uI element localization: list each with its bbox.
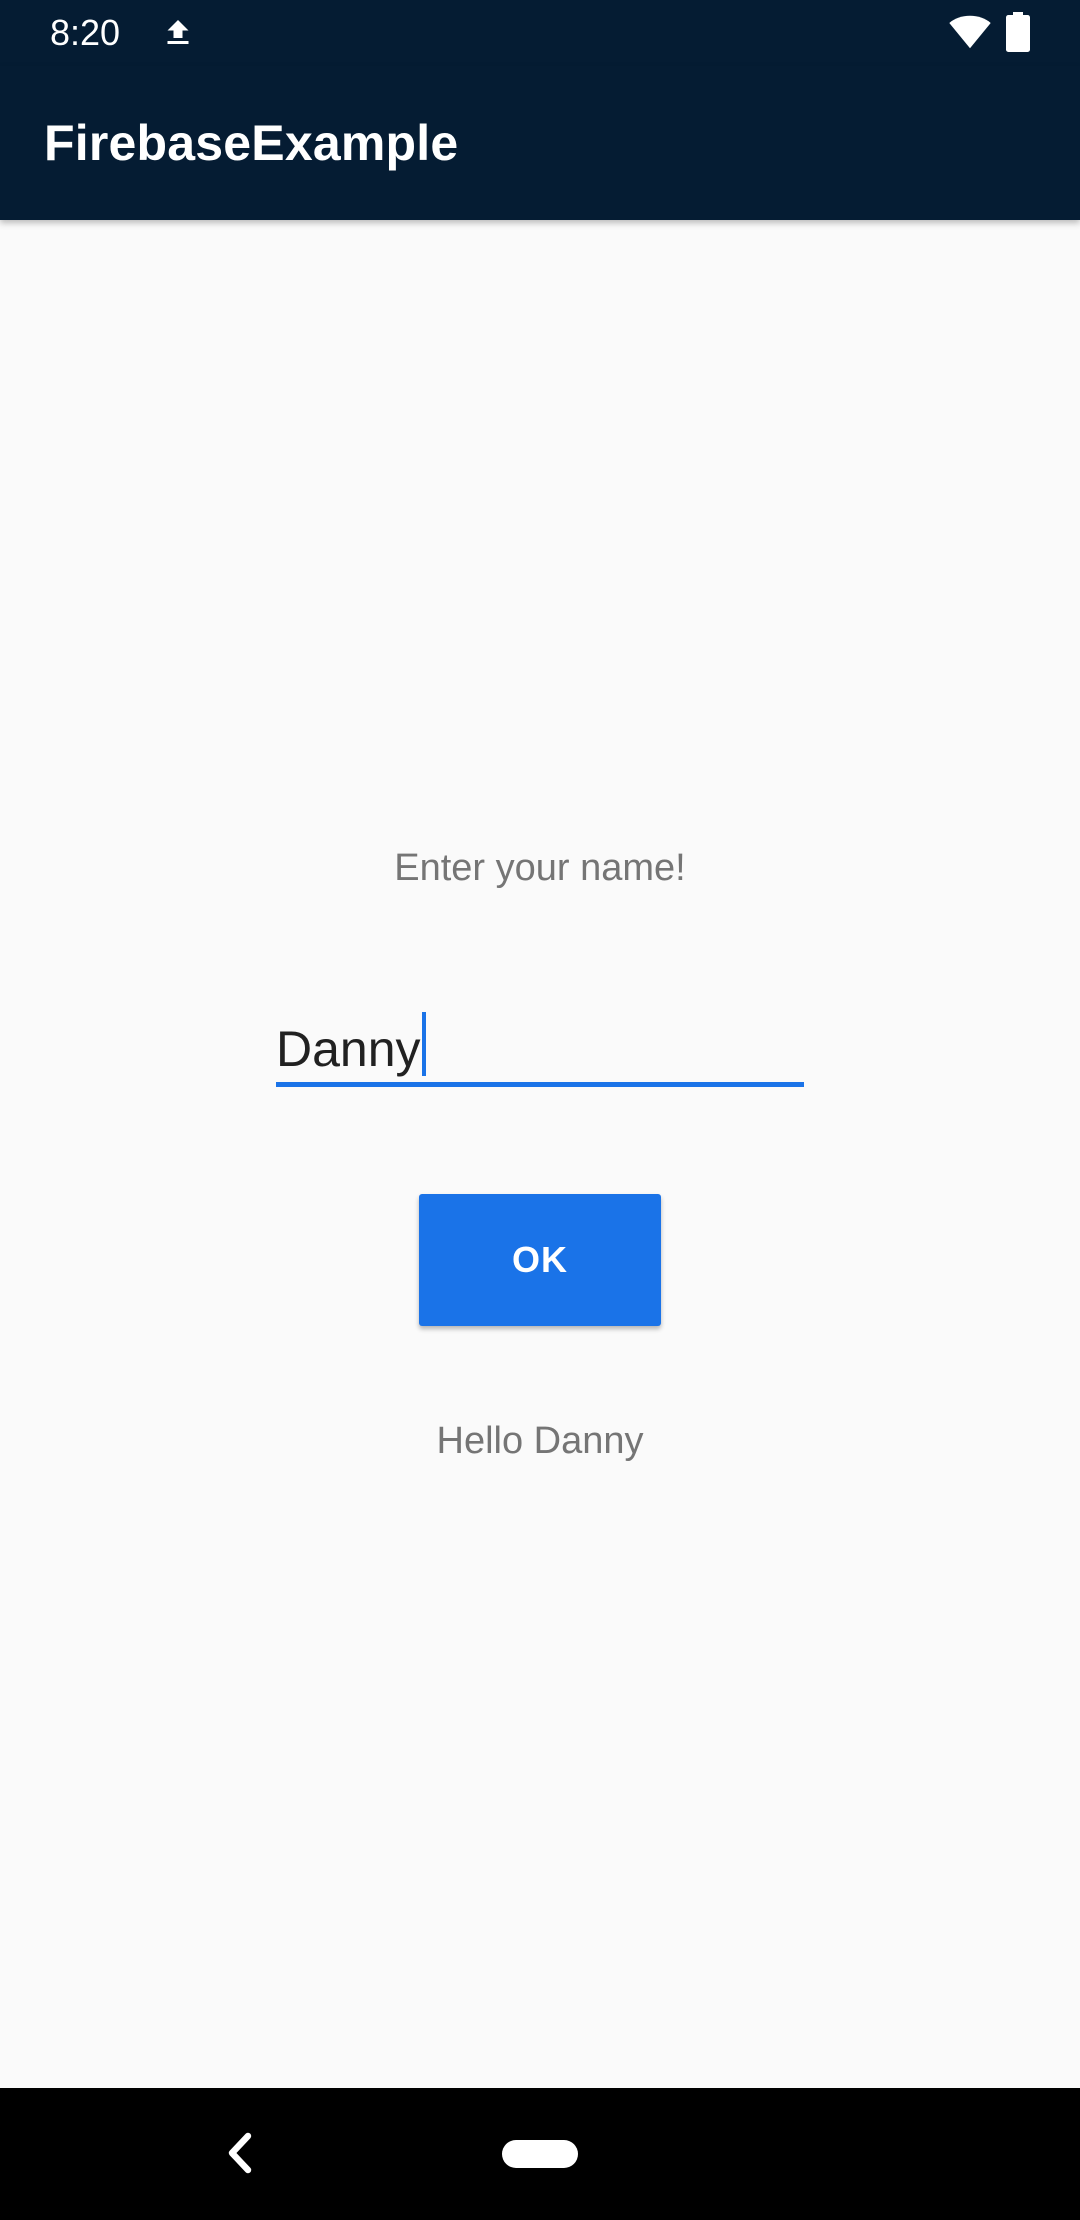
status-time: 8:20 (50, 12, 121, 53)
name-prompt-label: Enter your name! (394, 847, 686, 889)
ok-button[interactable]: OK (419, 1194, 661, 1326)
name-input-value: Danny (276, 1021, 421, 1077)
navigation-bar (0, 2088, 1080, 2220)
home-icon[interactable] (502, 2140, 578, 2168)
app-screen: 8:20 FirebaseExample Enter your name! Da… (0, 0, 1080, 2220)
back-icon[interactable] (222, 2128, 258, 2178)
app-bar: FirebaseExample (0, 66, 1080, 220)
wifi-icon (949, 15, 991, 49)
upload-icon (167, 20, 189, 44)
name-field-container[interactable]: Danny (276, 1000, 804, 1088)
app-title: FirebaseExample (44, 115, 459, 171)
greeting-text: Hello Danny (436, 1420, 644, 1462)
name-field-underline (276, 1082, 804, 1087)
status-bar: 8:20 (0, 0, 1080, 66)
text-cursor (421, 1012, 426, 1076)
name-input[interactable]: Danny (276, 1012, 426, 1080)
battery-icon (1006, 12, 1030, 52)
